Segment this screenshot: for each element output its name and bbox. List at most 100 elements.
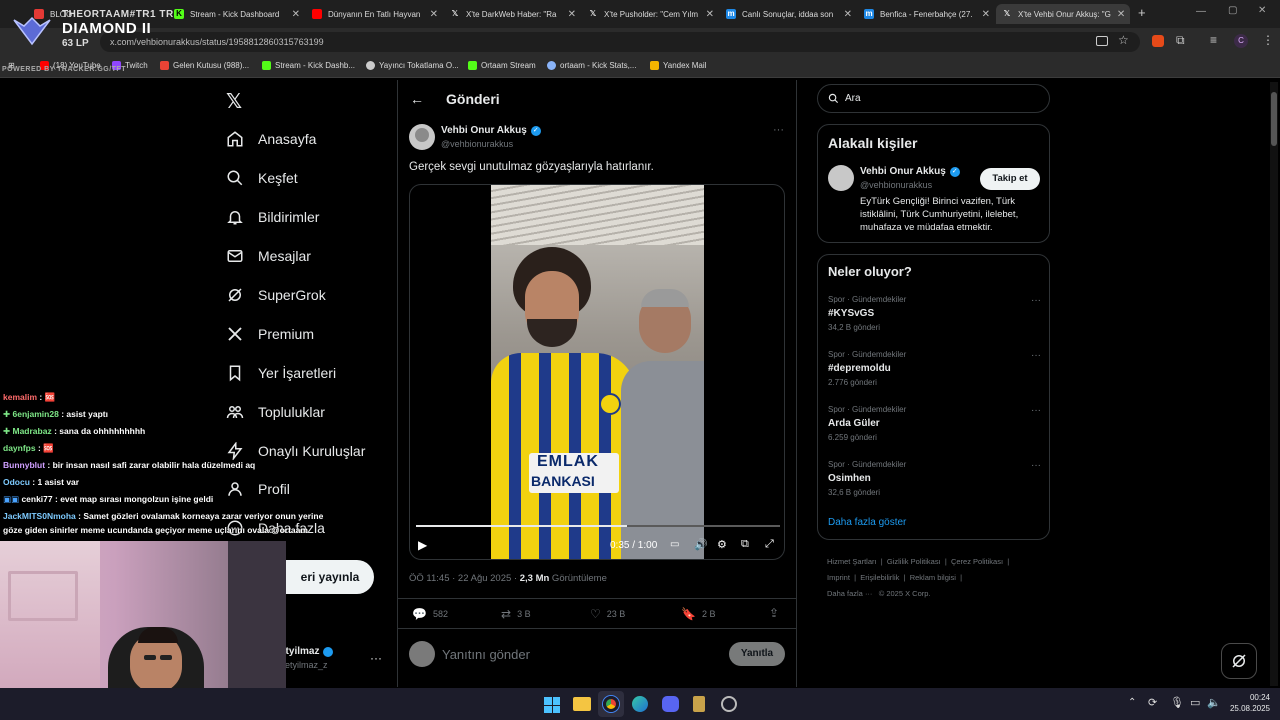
discord-icon[interactable] — [662, 696, 679, 712]
follow-button[interactable]: Takip et — [980, 168, 1040, 190]
author-name[interactable]: Vehbi Onur Akkuş ✓ — [441, 125, 541, 136]
star-icon[interactable]: ☆ — [1118, 33, 1129, 47]
footer-link[interactable]: Çerez Politikası — [951, 557, 1003, 566]
footer-link[interactable]: Daha fazla ··· — [827, 589, 872, 598]
settings-gear-icon[interactable]: ⚙ — [717, 538, 727, 551]
footer-link[interactable]: Gizlilik Politikası — [887, 557, 941, 566]
related-name[interactable]: Vehbi Onur Akkuş ✓ — [860, 166, 960, 177]
footer-link[interactable]: Hizmet Şartları — [827, 557, 877, 566]
bookmark-action[interactable]: 🔖 2 B — [681, 607, 715, 621]
browser-tab[interactable]: m Canlı Sonuçlar, iddaa son ✕ — [720, 4, 858, 24]
steam-icon[interactable] — [721, 696, 737, 712]
nav-home[interactable]: Anasayfa — [226, 130, 316, 148]
nav-bookmarks[interactable]: Yer İşaretleri — [226, 364, 336, 382]
browser-tab[interactable]: K Stream - Kick Dashboard ✕ — [168, 4, 306, 24]
trend-item[interactable]: Spor · Gündemdekiler #depremoldu 2.776 g… — [828, 350, 1041, 387]
x-logo-icon[interactable]: 𝕏 — [226, 89, 242, 114]
more-options-icon[interactable]: ··· — [1031, 405, 1041, 416]
video-player[interactable]: EMLAK BANKASI ▶ 0:35 / 1:00 ▭ 🔊 ⚙ ⧉ ⤢ — [409, 184, 785, 560]
install-app-icon[interactable] — [1096, 36, 1108, 46]
reply-action[interactable]: 💬 582 — [412, 607, 448, 621]
repost-action[interactable]: ⇄ 3 B — [501, 607, 531, 621]
chrome-icon[interactable] — [603, 696, 619, 712]
reply-button[interactable]: Yanıtla — [729, 642, 785, 666]
like-action[interactable]: ♡ 23 B — [590, 607, 625, 621]
trend-item[interactable]: Spor · Gündemdekiler Osimhen 32,6 B gönd… — [828, 460, 1041, 497]
fullscreen-icon[interactable]: ⤢ — [765, 538, 774, 551]
bookmark-yandex[interactable]: Yandex Mail — [650, 61, 706, 70]
close-window-icon[interactable]: ✕ — [1258, 5, 1266, 16]
trend-item[interactable]: Spor · Gündemdekiler #KYSvGS 34,2 B gönd… — [828, 295, 1041, 332]
browser-tab[interactable]: 𝕏 X'te DarkWeb Haber: "Ra ✕ — [444, 4, 582, 24]
bookmark-tokatlama[interactable]: Yayıncı Tokatlama O... — [366, 61, 459, 70]
captions-icon[interactable]: ▭ — [670, 539, 679, 550]
league-client-icon[interactable] — [693, 696, 705, 712]
close-icon[interactable]: ✕ — [1117, 9, 1125, 20]
more-options-icon[interactable]: ··· — [370, 651, 382, 665]
more-options-icon[interactable]: ··· — [1031, 460, 1041, 471]
bookmark-kickstats[interactable]: ortaam - Kick Stats,... — [547, 61, 636, 70]
media-icon[interactable]: ≡ — [1210, 33, 1217, 47]
show-more-link[interactable]: Daha fazla göster — [828, 517, 906, 528]
nav-supergrok[interactable]: SuperGrok — [226, 286, 326, 304]
close-icon[interactable]: ✕ — [568, 9, 576, 20]
sync-icon[interactable]: ⟳ — [1148, 696, 1157, 709]
nav-messages[interactable]: Mesajlar — [226, 247, 311, 265]
volume-icon[interactable]: 🔊 — [694, 538, 708, 551]
microphone-icon[interactable]: 🎙 — [1170, 696, 1184, 709]
edge-icon[interactable] — [632, 696, 648, 712]
search-field[interactable]: Ara — [817, 84, 1050, 113]
puzzle-icon[interactable]: ⧉ — [1176, 33, 1185, 48]
grok-floating-button[interactable] — [1221, 643, 1257, 679]
browser-tab[interactable]: m Benfica - Fenerbahçe (27. ✕ — [858, 4, 996, 24]
page-scrollbar[interactable] — [1270, 82, 1278, 686]
windows-start-icon[interactable] — [544, 697, 560, 713]
profile-avatar[interactable]: C — [1234, 34, 1248, 48]
chevron-up-icon[interactable]: ⌃ — [1128, 697, 1136, 708]
close-icon[interactable]: ✕ — [430, 9, 438, 20]
related-avatar[interactable] — [828, 165, 854, 191]
author-handle[interactable]: @vehbionurakkus — [441, 139, 513, 149]
share-icon[interactable]: ⇪ — [769, 606, 779, 620]
more-options-icon[interactable]: ··· — [1031, 295, 1041, 306]
bookmark-gmail[interactable]: Gelen Kutusu (988)... — [160, 61, 249, 70]
more-options-icon[interactable]: ··· — [773, 124, 784, 136]
more-options-icon[interactable]: ··· — [1031, 350, 1041, 361]
pip-icon[interactable]: ⧉ — [741, 538, 749, 551]
author-avatar[interactable] — [409, 124, 435, 150]
trend-item[interactable]: Spor · Gündemdekiler Arda Güler 6.259 gö… — [828, 405, 1041, 442]
nav-profile[interactable]: Profil — [226, 480, 290, 498]
footer-link[interactable]: Reklam bilgisi — [910, 573, 956, 582]
footer-link[interactable]: Imprint — [827, 573, 850, 582]
close-icon[interactable]: ✕ — [292, 9, 300, 20]
nav-communities[interactable]: Topluluklar — [226, 403, 325, 421]
new-tab-icon[interactable]: + — [1138, 5, 1146, 20]
reply-input[interactable]: Yanıtını gönder — [442, 647, 530, 662]
bookmark-kick[interactable]: Stream - Kick Dashb... — [262, 61, 355, 70]
back-arrow-icon[interactable]: ← — [410, 91, 424, 107]
clock[interactable]: 00:24 25.08.2025 — [1226, 693, 1270, 713]
video-progress-track[interactable] — [416, 525, 780, 527]
nav-premium[interactable]: Premium — [226, 325, 314, 343]
play-icon[interactable]: ▶ — [418, 538, 427, 552]
browser-tab[interactable]: 𝕏 X'te Pusholder: "Cem Yılm ✕ — [582, 4, 720, 24]
minimize-icon[interactable]: — — [1196, 6, 1206, 17]
display-icon[interactable]: ▭ — [1190, 696, 1200, 709]
close-icon[interactable]: ✕ — [706, 9, 714, 20]
bookmark-ortaam[interactable]: Ortaam Stream — [468, 61, 536, 70]
maximize-icon[interactable]: ▢ — [1228, 5, 1237, 16]
menu-icon[interactable]: ⋮ — [1262, 33, 1274, 47]
nav-verified-orgs[interactable]: Onaylı Kuruluşlar — [226, 442, 365, 460]
browser-tab-active[interactable]: 𝕏 X'te Vehbi Onur Akkuş: "G ✕ — [996, 4, 1130, 24]
url-field[interactable]: x.com/vehbionurakkus/status/195881286031… — [100, 32, 1140, 52]
account-switcher[interactable]: etyilmaz — [280, 646, 334, 657]
extension-icon[interactable] — [1152, 35, 1164, 47]
nav-explore[interactable]: Keşfet — [226, 169, 298, 187]
nav-notifications[interactable]: Bildirimler — [226, 208, 319, 226]
close-icon[interactable]: ✕ — [844, 9, 852, 20]
footer-link[interactable]: Erişilebilirlik — [860, 573, 899, 582]
browser-tab[interactable]: Dünyanın En Tatlı Hayvan ✕ — [306, 4, 444, 24]
speaker-icon[interactable]: 🔈 — [1207, 696, 1221, 709]
close-icon[interactable]: ✕ — [982, 9, 990, 20]
file-explorer-icon[interactable] — [573, 697, 591, 711]
